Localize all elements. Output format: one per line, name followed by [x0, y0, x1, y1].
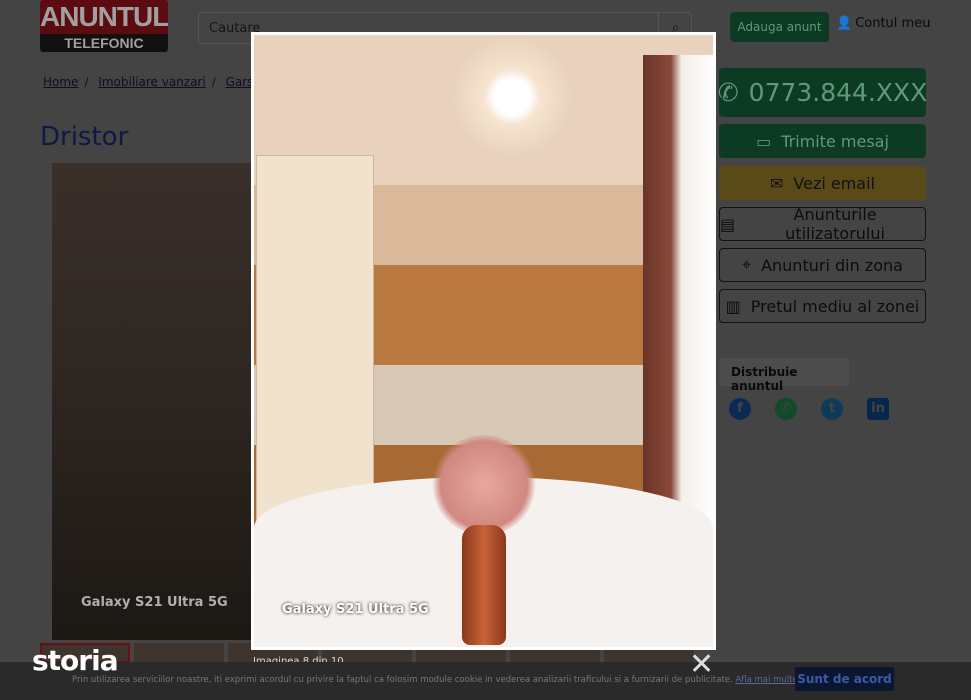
send-message-button[interactable]: ▭ Trimite mesaj: [719, 124, 926, 158]
avg-price-button[interactable]: ▥ Pretul mediu al zonei: [719, 289, 926, 323]
bar-chart-icon: ▥: [725, 296, 741, 316]
gallery-caption: Galaxy S21 Ultra 5G: [81, 595, 228, 610]
page-title: Dristor: [40, 122, 129, 152]
zone-ads-button[interactable]: ⌖ Anunturi din zona: [719, 248, 926, 282]
thumbnail[interactable]: [134, 643, 224, 663]
lightbox-image: Galaxy S21 Ultra 5G: [251, 32, 716, 650]
photo-curtain: [643, 55, 713, 555]
photo-gallery[interactable]: Galaxy S21 Ultra 5G: [52, 163, 252, 640]
share-buttons: f ✆ t in: [729, 398, 889, 420]
envelope-icon: ✉: [769, 173, 784, 193]
user-ads-label: Anunturile utilizatorului: [785, 205, 885, 243]
avg-price-label: Pretul mediu al zonei: [750, 296, 920, 316]
phone-number: 0773.844.XXX: [748, 78, 928, 107]
breadcrumb-home[interactable]: Home: [43, 75, 78, 89]
message-label: Trimite mesaj: [781, 131, 889, 151]
id-card-icon: ▤: [720, 214, 736, 234]
phone-icon: ✆: [717, 78, 739, 107]
email-label: Vezi email: [793, 173, 875, 193]
view-email-button[interactable]: ✉ Vezi email: [719, 166, 926, 200]
chat-icon: ▭: [756, 131, 772, 151]
lightbox-caption: Galaxy S21 Ultra 5G: [282, 602, 429, 617]
breadcrumb: Home / Imobiliare vanzari / Garson: [43, 75, 269, 89]
user-icon: 👤: [836, 16, 853, 31]
logo-bottom: TELEFONIC: [40, 34, 168, 52]
breadcrumb-imobiliare[interactable]: Imobiliare vanzari: [98, 75, 205, 89]
facebook-icon[interactable]: f: [729, 398, 751, 420]
whatsapp-icon[interactable]: ✆: [775, 398, 797, 420]
site-logo[interactable]: ANUNTUL TELEFONIC: [40, 0, 168, 52]
add-listing-button[interactable]: Adauga anunt: [730, 12, 829, 42]
zone-ads-label: Anunturi din zona: [761, 255, 903, 275]
map-pin-icon: ⌖: [742, 255, 752, 274]
accept-cookies-button[interactable]: Sunt de acord: [795, 667, 894, 691]
phone-button[interactable]: ✆ 0773.844.XXX: [717, 68, 928, 117]
photo-flowers: [432, 435, 536, 535]
twitter-icon[interactable]: t: [821, 398, 843, 420]
share-heading: Distribuie anuntul: [719, 358, 849, 393]
user-ads-button[interactable]: ▤ Anunturile utilizatorului: [719, 205, 926, 243]
linkedin-icon[interactable]: in: [867, 398, 889, 420]
logo-top: ANUNTUL: [40, 0, 168, 34]
cookie-message: Prin utilizarea serviciilor noastre, iti…: [72, 675, 733, 685]
photo-vase: [462, 525, 506, 645]
close-icon[interactable]: ✕: [689, 650, 714, 680]
account-label: Contul meu: [855, 16, 931, 31]
account-link[interactable]: 👤 Contul meu: [836, 16, 930, 31]
storia-logo: storia: [32, 644, 119, 677]
